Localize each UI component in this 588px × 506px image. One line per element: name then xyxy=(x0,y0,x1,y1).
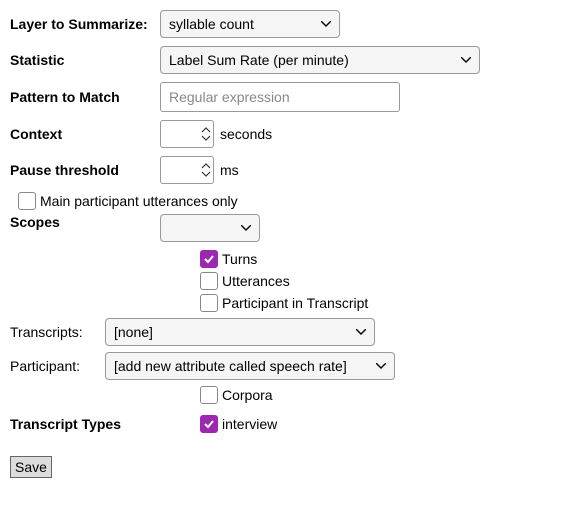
context-unit: seconds xyxy=(220,126,272,142)
scopes-label: Scopes xyxy=(10,214,160,230)
scope-utterances-label: Utterances xyxy=(222,273,290,289)
statistic-label: Statistic xyxy=(10,52,160,68)
transcripts-label: Transcripts: xyxy=(10,324,105,340)
main-only-label: Main participant utterances only xyxy=(40,193,238,209)
pattern-label: Pattern to Match xyxy=(10,89,160,105)
save-button[interactable]: Save xyxy=(10,456,52,478)
spinner-arrows-icon[interactable] xyxy=(201,126,211,142)
transcripts-select[interactable]: [none] xyxy=(105,318,375,346)
scope-utterances-checkbox[interactable] xyxy=(200,272,218,290)
context-input[interactable] xyxy=(167,126,195,143)
scope-turns-label: Turns xyxy=(222,251,257,267)
participant-label: Participant: xyxy=(10,358,105,374)
scope-corpora-label: Corpora xyxy=(222,387,273,403)
pause-input[interactable] xyxy=(167,162,195,179)
pause-unit: ms xyxy=(220,162,239,178)
transcript-type-interview-checkbox[interactable] xyxy=(200,415,218,433)
scope-corpora-checkbox[interactable] xyxy=(200,386,218,404)
spinner-arrows-icon[interactable] xyxy=(201,162,211,178)
scope-participant-in-transcript-checkbox[interactable] xyxy=(200,294,218,312)
pattern-input[interactable] xyxy=(160,82,400,112)
context-label: Context xyxy=(10,126,160,142)
transcript-types-label: Transcript Types xyxy=(10,416,200,432)
main-only-checkbox[interactable] xyxy=(18,192,36,210)
pause-label: Pause threshold xyxy=(10,162,160,178)
pause-spinner[interactable] xyxy=(160,156,214,184)
layer-select[interactable]: syllable count xyxy=(160,10,340,38)
scope-participant-in-transcript-label: Participant in Transcript xyxy=(222,295,368,311)
context-spinner[interactable] xyxy=(160,120,214,148)
layer-label: Layer to Summarize: xyxy=(10,16,160,32)
transcript-type-interview-label: interview xyxy=(222,416,277,432)
participant-select[interactable]: [add new attribute called speech rate] xyxy=(105,352,395,380)
scope-turns-checkbox[interactable] xyxy=(200,250,218,268)
scopes-select[interactable] xyxy=(160,214,260,242)
statistic-select[interactable]: Label Sum Rate (per minute) xyxy=(160,46,480,74)
